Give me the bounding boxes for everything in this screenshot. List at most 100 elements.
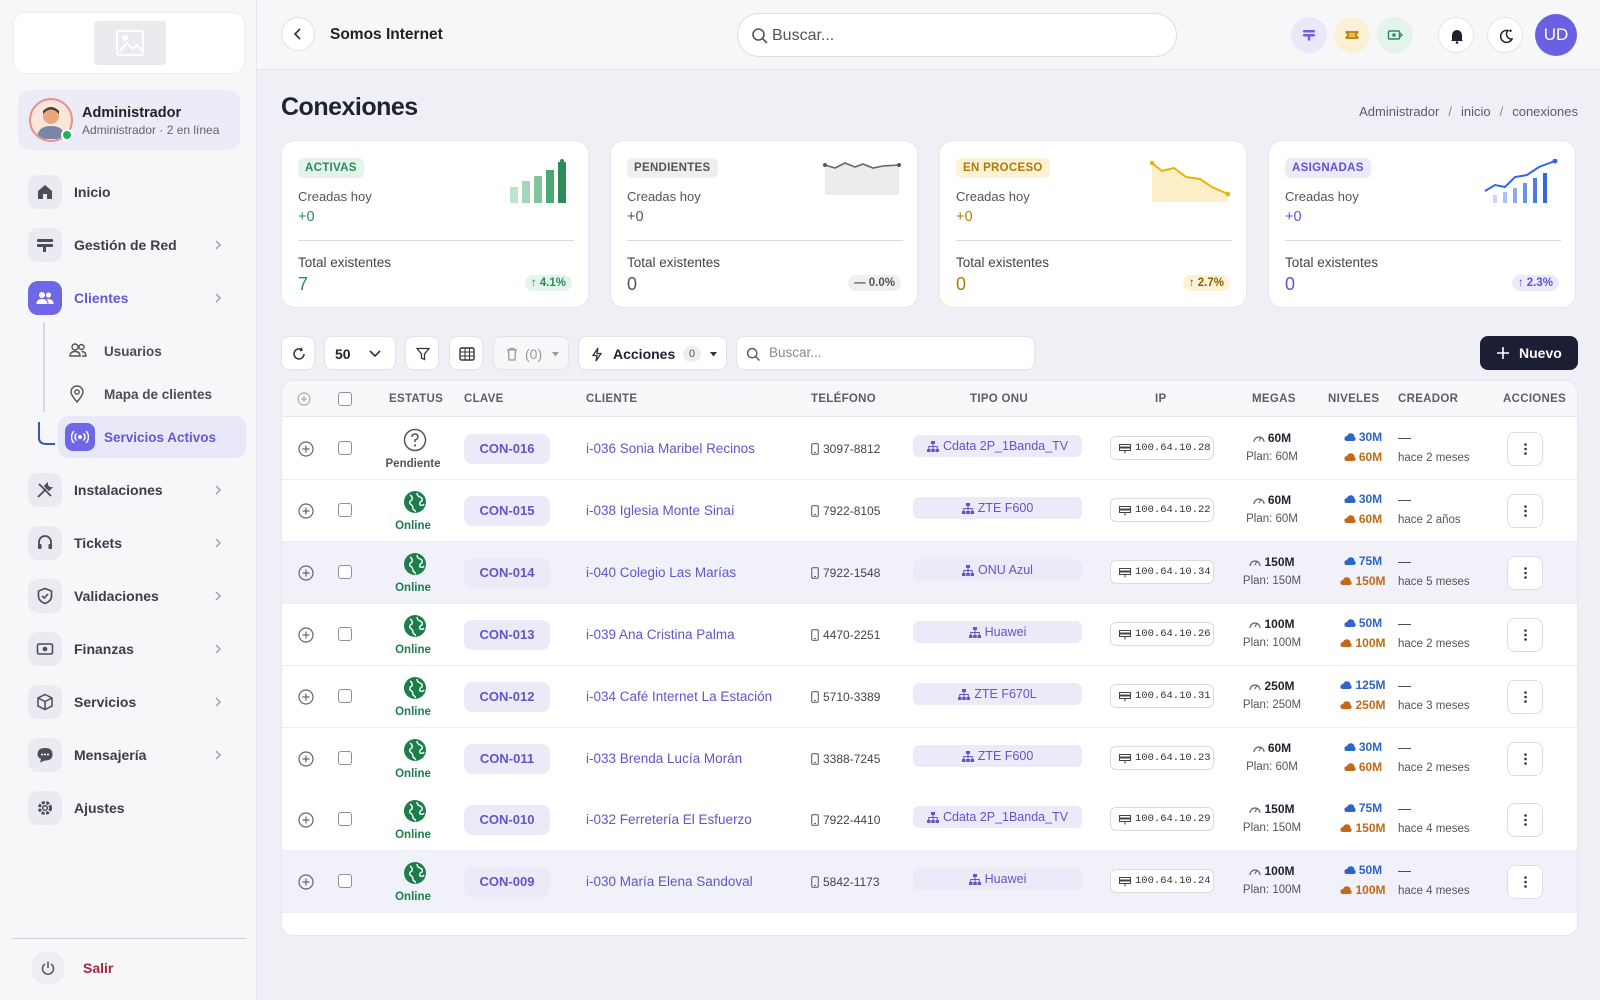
expand-row-icon[interactable] [298, 874, 314, 890]
expand-all-icon[interactable] [297, 392, 311, 406]
subnav-item-mapa-de-clientes[interactable]: Mapa de clientes [58, 373, 246, 415]
global-search-input[interactable] [772, 25, 1152, 47]
notifications-button[interactable] [1438, 17, 1474, 53]
expand-row-icon[interactable] [298, 441, 314, 457]
ip-chip[interactable]: 100.64.10.24 [1110, 869, 1214, 894]
clave-badge[interactable]: CON-009 [464, 867, 550, 898]
quick-tickets-button[interactable] [1334, 17, 1370, 53]
client-link[interactable]: i-038 Iglesia Monte Sinaí [586, 503, 735, 518]
clave-badge[interactable]: CON-016 [464, 434, 550, 464]
theme-toggle-button[interactable] [1487, 17, 1523, 53]
expand-row-icon[interactable] [298, 627, 314, 643]
nav-item-validaciones[interactable]: Validaciones [25, 576, 237, 616]
expand-row-icon[interactable] [298, 688, 314, 705]
nav-item-instalaciones[interactable]: Instalaciones [25, 470, 237, 510]
nav-item-inicio[interactable]: Inicio [25, 172, 237, 212]
user-card[interactable]: Administrador Administrador · 2 en línea [18, 90, 240, 150]
client-link[interactable]: i-030 María Elena Sandoval [586, 874, 753, 889]
client-link[interactable]: i-039 Ana Cristina Palma [586, 627, 735, 642]
row-actions-button[interactable] [1507, 741, 1543, 776]
actions-dropdown[interactable]: Acciones 0 [578, 336, 727, 370]
row-actions-button[interactable] [1507, 617, 1543, 652]
row-checkbox[interactable] [338, 874, 352, 889]
nav-item-tickets[interactable]: Tickets [25, 523, 237, 563]
clave-badge[interactable]: CON-015 [464, 495, 550, 526]
ip-chip[interactable]: 100.64.10.28 [1110, 436, 1214, 460]
table-row[interactable]: Online CON-009 i-030 María Elena Sandova… [282, 851, 1577, 914]
table-row[interactable]: Online CON-010 i-032 Ferretería El Esfue… [282, 789, 1577, 852]
client-link[interactable]: i-033 Brenda Lucía Morán [586, 751, 742, 766]
breadcrumb-item[interactable]: inicio [1461, 104, 1491, 119]
row-checkbox[interactable] [338, 441, 352, 455]
table-row[interactable]: Online CON-012 i-034 Café Internet La Es… [282, 665, 1577, 728]
clave-badge[interactable]: CON-013 [464, 619, 550, 650]
row-actions-button[interactable] [1507, 432, 1543, 466]
header-cliente[interactable]: CLIENTE [586, 393, 637, 405]
row-checkbox[interactable] [338, 502, 352, 517]
header-niveles[interactable]: NIVELES [1328, 393, 1379, 405]
table-search-input[interactable] [769, 345, 1019, 360]
page-size-select[interactable]: 50 [324, 336, 396, 370]
row-checkbox[interactable] [338, 564, 352, 579]
client-link[interactable]: i-034 Café Internet La Estación [586, 689, 772, 704]
clave-badge[interactable]: CON-011 [464, 743, 550, 774]
expand-row-icon[interactable] [298, 750, 314, 767]
header-estatus[interactable]: ESTATUS [389, 393, 443, 405]
client-link[interactable]: i-032 Ferretería El Esfuerzo [586, 812, 752, 827]
ip-chip[interactable]: 100.64.10.26 [1110, 621, 1214, 646]
refresh-button[interactable] [281, 336, 315, 370]
quick-finance-button[interactable] [1377, 17, 1413, 53]
row-actions-button[interactable] [1507, 555, 1543, 590]
row-actions-button[interactable] [1507, 865, 1543, 900]
quick-network-button[interactable] [1291, 17, 1327, 53]
breadcrumb-item[interactable]: Administrador [1359, 104, 1439, 119]
ip-chip[interactable]: 100.64.10.23 [1110, 745, 1214, 770]
user-avatar-button[interactable]: UD [1535, 14, 1577, 56]
table-row[interactable]: Online CON-015 i-038 Iglesia Monte Sinaí… [282, 479, 1577, 542]
logout-button[interactable]: Salir [28, 948, 228, 988]
header-clave[interactable]: CLAVE [464, 393, 504, 405]
nav-item-ajustes[interactable]: Ajustes [25, 788, 237, 828]
header-tipo-onu[interactable]: TIPO ONU [970, 393, 1028, 405]
nav-item-finanzas[interactable]: Finanzas [25, 629, 237, 669]
table-row[interactable]: Online CON-014 i-040 Colegio Las Marías … [282, 541, 1577, 604]
expand-row-icon[interactable] [298, 565, 314, 581]
filter-button[interactable] [405, 336, 439, 370]
bulk-delete-button[interactable]: (0) [493, 336, 569, 370]
row-checkbox[interactable] [338, 812, 352, 827]
table-row[interactable]: Pendiente CON-016 i-036 Sonia Maribel Re… [282, 418, 1577, 480]
header-creador[interactable]: CREADOR [1398, 393, 1458, 405]
row-actions-button[interactable] [1507, 493, 1543, 528]
row-actions-button[interactable] [1507, 679, 1543, 714]
row-checkbox[interactable] [338, 750, 352, 765]
expand-row-icon[interactable] [298, 503, 314, 519]
nav-item-clientes[interactable]: Clientes [25, 278, 237, 318]
nav-item-servicios[interactable]: Servicios [25, 682, 237, 722]
header-telefono[interactable]: TELÉFONO [811, 393, 876, 405]
client-link[interactable]: i-040 Colegio Las Marías [586, 565, 736, 580]
nav-item-mensajeria[interactable]: Mensajería [25, 735, 237, 775]
expand-row-icon[interactable] [298, 812, 314, 828]
ip-chip[interactable]: 100.64.10.34 [1110, 559, 1214, 584]
nav-item-gestion-de-red[interactable]: Gestión de Red [25, 225, 237, 265]
row-checkbox[interactable] [338, 688, 352, 703]
subnav-item-usuarios[interactable]: Usuarios [58, 330, 246, 372]
client-link[interactable]: i-036 Sonia Maribel Recinos [586, 441, 755, 456]
back-button[interactable] [281, 17, 315, 51]
logo[interactable] [13, 12, 245, 74]
new-connection-button[interactable]: Nuevo [1480, 336, 1578, 370]
select-all-checkbox[interactable] [338, 392, 352, 406]
row-actions-button[interactable] [1507, 803, 1543, 838]
columns-button[interactable] [449, 336, 483, 370]
ip-chip[interactable]: 100.64.10.31 [1110, 683, 1214, 708]
clave-badge[interactable]: CON-010 [464, 805, 550, 836]
subnav-item-servicios-activos[interactable]: Servicios Activos [58, 416, 246, 458]
header-megas[interactable]: MEGAS [1252, 393, 1296, 405]
header-ip[interactable]: IP [1155, 393, 1166, 405]
clave-badge[interactable]: CON-012 [464, 681, 550, 712]
clave-badge[interactable]: CON-014 [464, 557, 550, 588]
row-checkbox[interactable] [338, 626, 352, 641]
ip-chip[interactable]: 100.64.10.29 [1110, 807, 1214, 832]
ip-chip[interactable]: 100.64.10.22 [1110, 497, 1214, 522]
table-row[interactable]: Online CON-013 i-039 Ana Cristina Palma … [282, 603, 1577, 666]
